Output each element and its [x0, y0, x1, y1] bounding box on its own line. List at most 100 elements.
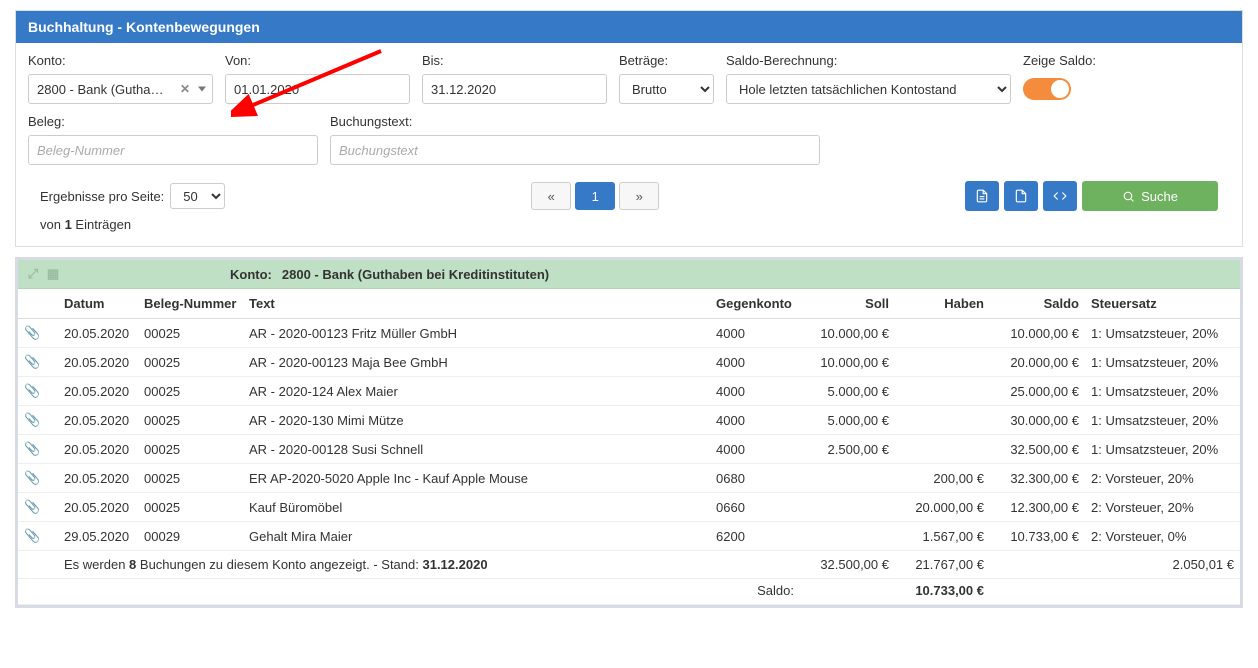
cell-beleg: 00025 — [138, 348, 243, 377]
pagination: « 1 » — [531, 182, 659, 210]
cell-saldo: 32.300,00 € — [990, 464, 1085, 493]
col-gegen[interactable]: Gegenkonto — [710, 289, 800, 319]
group-name: 2800 - Bank (Guthaben bei Kreditinstitut… — [282, 267, 549, 282]
attachment-icon[interactable]: 📎 — [18, 522, 58, 551]
export-code-button[interactable] — [1043, 181, 1077, 211]
group-header: ⤢ ▦ Konto: 2800 - Bank (Guthaben bei Kre… — [18, 260, 1240, 289]
table-row[interactable]: 📎20.05.202000025AR - 2020-00123 Fritz Mü… — [18, 319, 1240, 348]
konto-label: Konto: — [28, 53, 213, 68]
cell-haben — [895, 348, 990, 377]
attachment-icon[interactable]: 📎 — [18, 348, 58, 377]
cell-haben — [895, 377, 990, 406]
page-prev-button[interactable]: « — [531, 182, 571, 210]
cell-steuer: 1: Umsatzsteuer, 20% — [1085, 406, 1240, 435]
show-saldo-label: Zeige Saldo: — [1023, 53, 1153, 68]
cell-saldo: 10.000,00 € — [990, 319, 1085, 348]
export-pdf-button[interactable] — [1004, 181, 1038, 211]
cell-saldo: 20.000,00 € — [990, 348, 1085, 377]
collapse-icon[interactable]: ▦ — [46, 266, 60, 282]
export-xls-button[interactable] — [965, 181, 999, 211]
toggle-knob — [1051, 80, 1069, 98]
cell-soll: 5.000,00 € — [800, 406, 895, 435]
col-text[interactable]: Text — [243, 289, 710, 319]
cell-text: Gehalt Mira Maier — [243, 522, 710, 551]
bookings-table: Datum Beleg-Nummer Text Gegenkonto Soll … — [18, 289, 1240, 605]
cell-haben: 20.000,00 € — [895, 493, 990, 522]
cell-gegen: 4000 — [710, 406, 800, 435]
cell-beleg: 00025 — [138, 493, 243, 522]
cell-datum: 20.05.2020 — [58, 464, 138, 493]
cell-text: AR - 2020-00123 Fritz Müller GmbH — [243, 319, 710, 348]
cell-gegen: 4000 — [710, 319, 800, 348]
table-row[interactable]: 📎20.05.202000025AR - 2020-124 Alex Maier… — [18, 377, 1240, 406]
buchungstext-input[interactable] — [330, 135, 820, 165]
cell-gegen: 4000 — [710, 348, 800, 377]
cell-haben: 1.567,00 € — [895, 522, 990, 551]
cell-gegen: 4000 — [710, 435, 800, 464]
cell-steuer: 1: Umsatzsteuer, 20% — [1085, 319, 1240, 348]
col-beleg[interactable]: Beleg-Nummer — [138, 289, 243, 319]
search-button[interactable]: Suche — [1082, 181, 1218, 211]
cell-steuer: 1: Umsatzsteuer, 20% — [1085, 377, 1240, 406]
per-page-select[interactable]: 50 — [170, 183, 225, 209]
page-next-button[interactable]: » — [619, 182, 659, 210]
table-row[interactable]: 📎20.05.202000025AR - 2020-00123 Maja Bee… — [18, 348, 1240, 377]
per-page-label: Ergebnisse pro Seite: — [40, 189, 164, 204]
table-row[interactable]: 📎20.05.202000025ER AP-2020-5020 Apple In… — [18, 464, 1240, 493]
expand-icon[interactable]: ⤢ — [26, 266, 40, 282]
show-saldo-toggle[interactable]: ✔ — [1023, 78, 1071, 100]
table-row[interactable]: 📎20.05.202000025AR - 2020-130 Mimi Mütze… — [18, 406, 1240, 435]
cell-steuer: 1: Umsatzsteuer, 20% — [1085, 348, 1240, 377]
cell-haben — [895, 435, 990, 464]
footer-summary: Es werden 8 Buchungen zu diesem Konto an… — [58, 551, 710, 579]
attachment-icon[interactable]: 📎 — [18, 435, 58, 464]
attachment-icon[interactable]: 📎 — [18, 493, 58, 522]
check-icon: ✔ — [1029, 81, 1038, 94]
footer-steuer-total: 2.050,01 € — [1085, 551, 1240, 579]
cell-haben — [895, 406, 990, 435]
clear-icon[interactable]: ✕ — [180, 82, 190, 96]
col-saldo[interactable]: Saldo — [990, 289, 1085, 319]
cell-soll — [800, 493, 895, 522]
attachment-icon[interactable]: 📎 — [18, 464, 58, 493]
cell-soll — [800, 522, 895, 551]
col-steuer[interactable]: Steuersatz — [1085, 289, 1240, 319]
col-datum[interactable]: Datum — [58, 289, 138, 319]
cell-beleg: 00025 — [138, 377, 243, 406]
search-button-label: Suche — [1141, 189, 1178, 204]
chevron-down-icon[interactable] — [198, 87, 206, 92]
page-1-button[interactable]: 1 — [575, 182, 615, 210]
cell-text: AR - 2020-124 Alex Maier — [243, 377, 710, 406]
file-spreadsheet-icon — [975, 189, 989, 203]
cell-text: AR - 2020-00128 Susi Schnell — [243, 435, 710, 464]
beleg-input[interactable] — [28, 135, 318, 165]
betraege-select[interactable]: Brutto — [619, 74, 714, 104]
cell-datum: 20.05.2020 — [58, 435, 138, 464]
konto-select[interactable]: 2800 - Bank (Gutha… ✕ — [28, 74, 213, 104]
cell-saldo: 32.500,00 € — [990, 435, 1085, 464]
table-row[interactable]: 📎20.05.202000025Kauf Büromöbel066020.000… — [18, 493, 1240, 522]
cell-beleg: 00025 — [138, 406, 243, 435]
attachment-icon[interactable]: 📎 — [18, 406, 58, 435]
table-row[interactable]: 📎20.05.202000025AR - 2020-00128 Susi Sch… — [18, 435, 1240, 464]
attachment-icon[interactable]: 📎 — [18, 319, 58, 348]
cell-gegen: 4000 — [710, 377, 800, 406]
saldo-calc-label: Saldo-Berechnung: — [726, 53, 1011, 68]
cell-soll: 10.000,00 € — [800, 319, 895, 348]
cell-gegen: 0680 — [710, 464, 800, 493]
col-soll[interactable]: Soll — [800, 289, 895, 319]
col-haben[interactable]: Haben — [895, 289, 990, 319]
konto-value: 2800 - Bank (Gutha… — [37, 82, 184, 97]
table-row[interactable]: 📎29.05.202000029Gehalt Mira Maier62001.5… — [18, 522, 1240, 551]
attachment-icon[interactable]: 📎 — [18, 377, 58, 406]
panel-title: Buchhaltung - Kontenbewegungen — [16, 11, 1242, 43]
cell-datum: 20.05.2020 — [58, 319, 138, 348]
cell-text: ER AP-2020-5020 Apple Inc - Kauf Apple M… — [243, 464, 710, 493]
results-table-wrap: ⤢ ▦ Konto: 2800 - Bank (Guthaben bei Kre… — [15, 257, 1243, 608]
cell-datum: 20.05.2020 — [58, 406, 138, 435]
bis-input[interactable] — [422, 74, 607, 104]
von-input[interactable] — [225, 74, 410, 104]
buchungstext-label: Buchungstext: — [330, 114, 820, 129]
cell-beleg: 00025 — [138, 435, 243, 464]
saldo-calc-select[interactable]: Hole letzten tatsächlichen Kontostand — [726, 74, 1011, 104]
